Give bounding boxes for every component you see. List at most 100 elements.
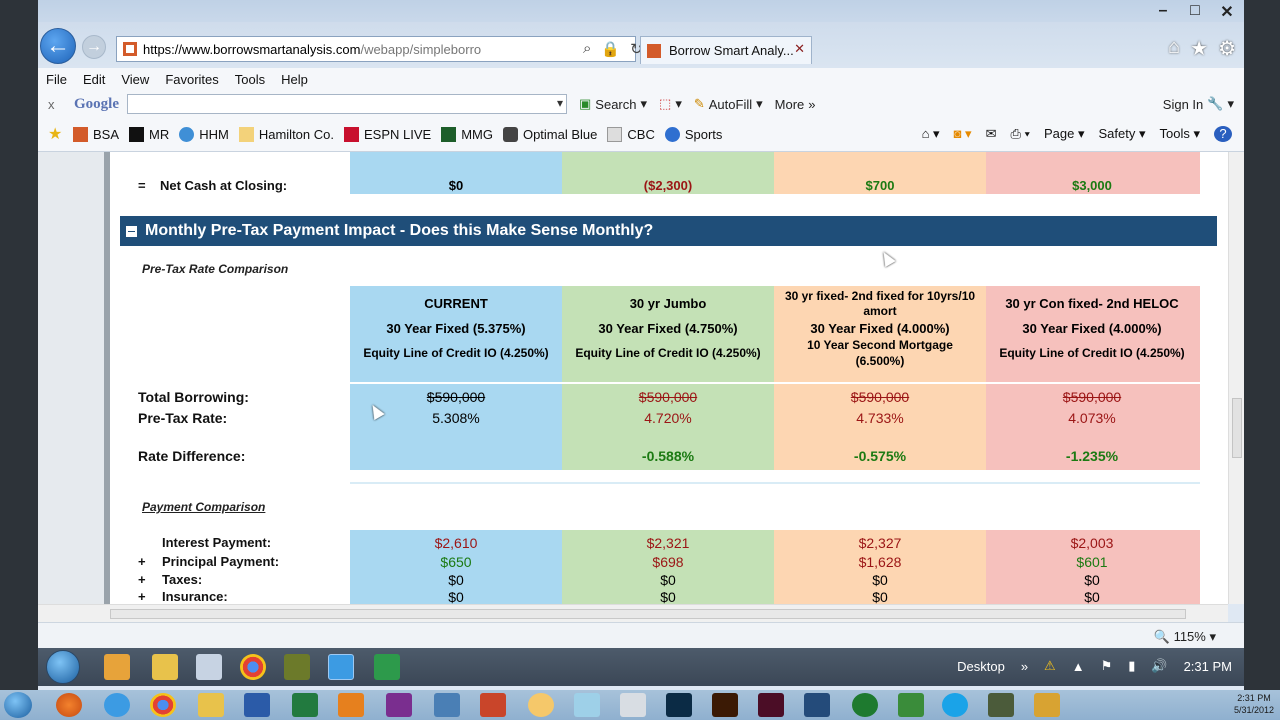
tray-volume-icon[interactable]: 🔊 xyxy=(1151,658,1167,674)
mail-icon[interactable]: ✉ xyxy=(986,126,997,142)
browser-tab[interactable]: Borrow Smart Analy... ✕ xyxy=(640,36,812,64)
help-icon[interactable]: ? xyxy=(1214,126,1232,142)
chrome-icon[interactable] xyxy=(150,693,176,717)
ie-icon[interactable] xyxy=(104,693,130,717)
menu-file[interactable]: File xyxy=(46,72,67,87)
interest-payment-fixed-2nd: $2,327 xyxy=(858,535,902,551)
rss-icon[interactable]: ◙ ▾ xyxy=(954,126,972,142)
horizontal-scrollbar[interactable] xyxy=(38,604,1228,622)
menu-favorites[interactable]: Favorites xyxy=(165,72,218,87)
remote-outlook-icon[interactable] xyxy=(104,654,130,680)
fav-espn[interactable]: ESPN LIVE xyxy=(343,127,431,142)
safety-menu[interactable]: Safety ▾ xyxy=(1099,126,1146,142)
tools-menu[interactable]: Tools ▾ xyxy=(1160,126,1201,142)
maximize-button[interactable]: □ xyxy=(1186,2,1204,22)
taxes-heloc: $0 xyxy=(1084,572,1100,588)
onenote-icon[interactable] xyxy=(386,693,412,717)
host-clock[interactable]: 2:31 PM 5/31/2012 xyxy=(1234,692,1274,716)
tray-up-arrow-icon[interactable]: ▲ xyxy=(1072,659,1085,674)
print-icon[interactable]: ⎙ ▾ xyxy=(1011,126,1030,142)
remote-clock[interactable]: 2:31 PM xyxy=(1184,659,1232,674)
green-app-icon[interactable] xyxy=(852,693,878,717)
principal-payment-heloc: $601 xyxy=(1076,554,1108,570)
back-button[interactable]: ← xyxy=(40,28,76,64)
remote-start-button[interactable] xyxy=(46,650,80,684)
tab-close-icon[interactable]: ✕ xyxy=(794,41,805,57)
desktop-toolbar[interactable]: Desktop xyxy=(957,659,1005,674)
remote-ie-icon[interactable] xyxy=(328,654,354,680)
capture-app-icon[interactable] xyxy=(804,693,830,717)
excel-icon[interactable] xyxy=(292,693,318,717)
google-search-button[interactable]: ▣ Search ▾ xyxy=(579,96,647,112)
fav-bsa[interactable]: BSA xyxy=(73,127,119,142)
firefox-icon[interactable] xyxy=(56,693,82,717)
section-header[interactable]: Monthly Pre-Tax Payment Impact - Does th… xyxy=(120,216,1217,246)
search-icon[interactable]: ⌕ xyxy=(583,40,591,58)
col-line1-current: 30 Year Fixed (5.375%) xyxy=(386,321,526,336)
remote-chrome-icon[interactable] xyxy=(240,654,266,680)
powerpoint-icon[interactable] xyxy=(480,693,506,717)
explorer-folder-icon[interactable] xyxy=(198,693,224,717)
remote-excel-icon[interactable] xyxy=(374,654,400,680)
favorites-star-add-icon[interactable]: ★ xyxy=(48,127,63,143)
home-toolbar-icon[interactable]: ⌂ ▾ xyxy=(922,126,940,142)
sticky-app-icon[interactable] xyxy=(528,693,554,717)
indesign-icon[interactable] xyxy=(758,693,784,717)
address-bar[interactable]: https://www.borrowsmartanalysis.com/weba… xyxy=(116,36,665,62)
menu-view[interactable]: View xyxy=(121,72,149,87)
host-start-button[interactable] xyxy=(4,692,32,718)
fav-mr[interactable]: MR xyxy=(129,127,169,142)
favorites-star-icon[interactable]: ★ xyxy=(1190,36,1208,61)
more-button[interactable]: More » xyxy=(775,97,816,112)
illustrator-icon[interactable] xyxy=(712,693,738,717)
forward-button[interactable]: → xyxy=(82,35,106,59)
java-app-icon[interactable] xyxy=(1034,693,1060,717)
skype-icon[interactable] xyxy=(942,693,968,717)
google-toolbar-close[interactable]: x xyxy=(48,97,62,112)
fav-mmg[interactable]: MMG xyxy=(441,127,493,142)
fav-cbc[interactable]: CBC xyxy=(607,127,655,142)
fav-sports[interactable]: Sports xyxy=(664,127,722,142)
autofill-button[interactable]: ✎ AutoFill ▾ xyxy=(694,96,763,112)
vertical-scrollbar[interactable] xyxy=(1228,152,1244,604)
tray-icons[interactable]: » xyxy=(1021,659,1028,674)
google-share-button[interactable]: ⬚ ▾ xyxy=(659,96,682,112)
settings-app-icon[interactable] xyxy=(898,693,924,717)
menu-edit[interactable]: Edit xyxy=(83,72,105,87)
page-menu[interactable]: Page ▾ xyxy=(1044,126,1085,142)
host-time: 2:31 PM xyxy=(1237,693,1271,703)
google-search-input[interactable] xyxy=(127,94,567,114)
tray-warning-icon[interactable]: ⚠ xyxy=(1044,658,1056,674)
autofill-label: AutoFill xyxy=(708,96,753,112)
menu-help[interactable]: Help xyxy=(281,72,308,87)
tray-flag-icon[interactable]: ⚑ xyxy=(1101,658,1113,674)
fav-hamilton[interactable]: Hamilton Co. xyxy=(238,127,334,142)
remote-desktop-icon[interactable] xyxy=(988,693,1014,717)
collapse-minus-icon[interactable] xyxy=(126,225,137,237)
minimize-button[interactable]: – xyxy=(1154,2,1172,22)
espn-icon xyxy=(343,127,359,142)
outlook-icon[interactable] xyxy=(338,693,364,717)
home-icon[interactable]: ⌂ xyxy=(1168,36,1180,61)
sign-in-button[interactable]: Sign In 🔧 ▾ xyxy=(1163,96,1234,112)
word-icon[interactable] xyxy=(244,693,270,717)
vertical-scroll-thumb[interactable] xyxy=(1232,398,1242,458)
tray-network-icon[interactable]: ▮ xyxy=(1128,658,1135,674)
menu-tools[interactable]: Tools xyxy=(235,72,265,87)
notepad-icon[interactable] xyxy=(620,693,646,717)
photoshop-icon[interactable] xyxy=(666,693,692,717)
close-window-button[interactable]: ✕ xyxy=(1218,2,1236,22)
lock-icon[interactable]: 🔒 xyxy=(601,40,620,58)
fav-optimal-blue[interactable]: Optimal Blue xyxy=(502,127,597,142)
remote-document-icon[interactable] xyxy=(196,654,222,680)
remote-app-icon[interactable] xyxy=(284,654,310,680)
network-app-icon[interactable] xyxy=(434,693,460,717)
horizontal-scroll-thumb[interactable] xyxy=(110,609,1186,619)
remote-folder-icon[interactable] xyxy=(152,654,178,680)
safety-menu-label: Safety xyxy=(1098,126,1136,141)
settings-gear-icon[interactable]: ⚙ xyxy=(1218,36,1236,61)
insurance-fixed-2nd: $0 xyxy=(872,589,888,604)
paint-icon[interactable] xyxy=(574,693,600,717)
zoom-control[interactable]: 🔍 115% ▾ xyxy=(1154,629,1216,645)
fav-hhm[interactable]: HHM xyxy=(179,127,229,142)
